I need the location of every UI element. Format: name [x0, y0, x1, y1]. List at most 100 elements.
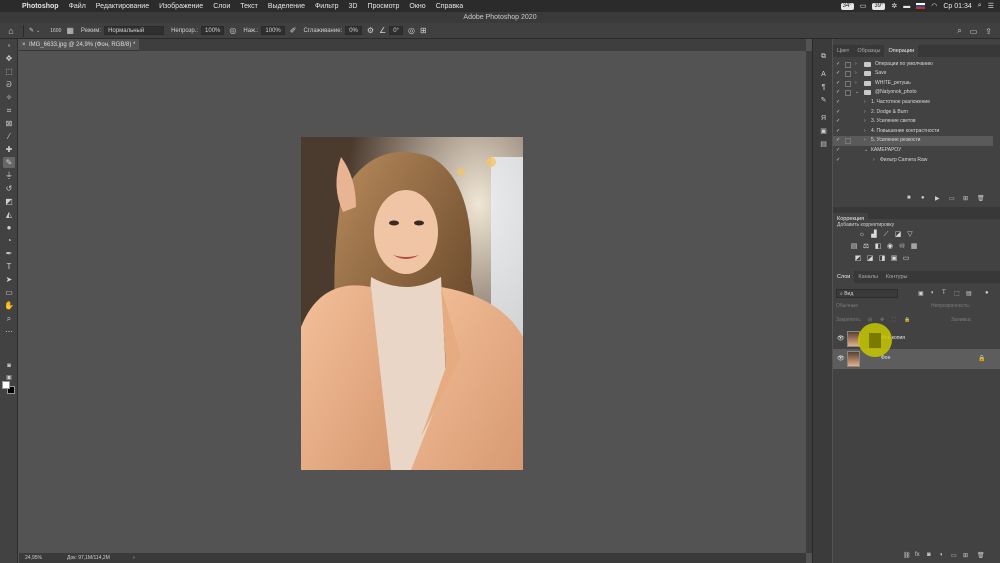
properties-panel-icon[interactable]: ▤ — [819, 140, 828, 149]
action-row-sharpen[interactable]: ✓ › 5. Усиление резкости — [833, 136, 993, 146]
smoothing-settings-icon[interactable]: ⚙ — [367, 26, 374, 35]
home-icon[interactable]: ⌂ — [4, 26, 18, 36]
battery-icon[interactable]: ▬ — [903, 3, 910, 10]
zoom-tool-icon[interactable]: ⌕ — [3, 313, 15, 324]
document-tab[interactable]: × IMG_6633.jpg @ 24,9% (Фон, RGB/8) * — [19, 39, 139, 51]
action-row-dodge-burn[interactable]: ✓ › 2. Dodge & Burn — [833, 108, 993, 118]
checkmark-icon[interactable]: ✓ — [836, 88, 840, 98]
quick-mask-icon[interactable]: ◙ — [3, 361, 15, 372]
checkmark-icon[interactable]: ✓ — [836, 79, 840, 89]
new-layer-icon[interactable]: ⊞ — [963, 552, 968, 559]
history-panel-icon[interactable]: ⧉ — [819, 52, 828, 61]
smoothing-field[interactable]: 0% — [345, 26, 362, 35]
angle-icon[interactable]: ∠ — [379, 26, 386, 35]
visibility-eye-icon[interactable]: 👁 — [837, 335, 845, 342]
brightness-icon[interactable]: ☼ — [858, 231, 866, 239]
lasso-tool-icon[interactable]: ᘐ — [3, 79, 15, 90]
paint-bucket-tool-icon[interactable]: ◭ — [3, 209, 15, 220]
lock-pixels-icon[interactable]: ⊞ — [868, 317, 872, 323]
black-white-icon[interactable]: ◧ — [874, 243, 882, 251]
brushes-panel-icon[interactable]: ✎ — [819, 96, 828, 105]
checkmark-icon[interactable]: ✓ — [836, 156, 840, 166]
more-tools-icon[interactable]: ⋯ — [3, 326, 15, 337]
filter-pixel-icon[interactable]: ▣ — [918, 290, 924, 297]
menu-3d[interactable]: 3D — [348, 3, 357, 10]
tab-color[interactable]: Цвет — [833, 45, 853, 57]
expand-arrow-icon[interactable]: › — [864, 98, 866, 108]
action-row-camera-raw-step[interactable]: ✓ ⌄ КАМЕРАРОУ — [833, 146, 993, 156]
dialog-toggle-box[interactable] — [845, 80, 851, 87]
action-row-save[interactable]: ✓ › Save — [833, 69, 993, 79]
angle-field[interactable]: 0° — [389, 26, 403, 35]
document-image[interactable] — [301, 137, 523, 470]
vibrance-icon[interactable]: ▽ — [906, 231, 914, 239]
tab-channels[interactable]: Каналы — [854, 271, 882, 283]
dialog-toggle-box[interactable] — [845, 61, 851, 68]
tab-layers[interactable]: Слои — [833, 271, 855, 283]
clock[interactable]: Ср 01:34 — [943, 3, 971, 10]
collapse-tools-icon[interactable]: » — [3, 41, 15, 52]
crop-tool-icon[interactable]: ⌗ — [3, 105, 15, 116]
opacity-pressure-icon[interactable]: ◎ — [229, 26, 236, 35]
checkmark-icon[interactable]: ✓ — [836, 117, 840, 127]
new-adjustment-icon[interactable]: ◑ — [939, 552, 943, 558]
menu-layers[interactable]: Слои — [213, 3, 230, 10]
invert-icon[interactable]: ◩ — [854, 255, 862, 263]
new-action-icon[interactable]: ⊞ — [963, 195, 968, 202]
control-center-icon[interactable]: ☰ — [988, 2, 994, 10]
type-tool-icon[interactable]: T — [3, 261, 15, 272]
airbrush-icon[interactable]: ✐ — [290, 26, 297, 35]
marquee-tool-icon[interactable]: ⬚ — [3, 66, 15, 77]
action-row-white-retouch[interactable]: ✓ › WHITE_ретушь — [833, 79, 993, 89]
blur-tool-icon[interactable]: ● — [3, 222, 15, 233]
search-icon[interactable]: ⌕ — [957, 26, 961, 36]
exposure-icon[interactable]: ◪ — [894, 231, 902, 239]
menu-help[interactable]: Справка — [436, 3, 463, 10]
lock-all-icon[interactable]: 🔒 — [904, 317, 910, 323]
screen-mode-icon[interactable]: ▣ — [3, 373, 15, 384]
new-set-icon[interactable]: ▭ — [949, 195, 955, 202]
rectangle-tool-icon[interactable]: ▭ — [3, 287, 15, 298]
pressure-size-icon[interactable]: ◎ — [408, 26, 415, 35]
blend-mode-select[interactable]: Обычные — [836, 303, 858, 309]
expand-arrow-icon[interactable]: › — [873, 156, 875, 166]
hand-tool-icon[interactable]: ✋ — [3, 300, 15, 311]
link-layers-icon[interactable]: ⛓ — [903, 552, 911, 559]
play-icon[interactable]: ▶ — [935, 195, 940, 202]
expand-arrow-icon[interactable]: › — [864, 127, 866, 137]
glyphs-panel-icon[interactable]: Я — [819, 114, 828, 123]
expand-arrow-icon[interactable]: › — [864, 136, 866, 146]
brush-settings-icon[interactable]: ▦ — [66, 26, 74, 35]
filter-toggle-icon[interactable]: ● — [985, 290, 989, 296]
hue-saturation-icon[interactable]: ▤ — [850, 243, 858, 251]
filter-adjustment-icon[interactable]: ◑ — [930, 290, 934, 296]
path-select-tool-icon[interactable]: ➤ — [3, 274, 15, 285]
filter-shape-icon[interactable]: ⬚ — [954, 290, 960, 297]
chevron-down-icon[interactable]: ⌄ — [36, 28, 40, 34]
stop-icon[interactable]: ■ — [907, 195, 911, 201]
photo-filter-icon[interactable]: ◉ — [886, 243, 894, 251]
checkmark-icon[interactable]: ✓ — [836, 60, 840, 70]
checkmark-icon[interactable]: ✓ — [836, 69, 840, 79]
dialog-toggle-box[interactable] — [845, 138, 851, 145]
dialog-toggle-box[interactable] — [845, 71, 851, 78]
menu-view[interactable]: Просмотр — [367, 3, 399, 10]
symmetry-icon[interactable]: ⊞ — [420, 26, 427, 35]
wifi-icon[interactable]: ◠ — [931, 2, 937, 10]
paragraph-panel-icon[interactable]: ¶ — [819, 83, 828, 92]
delete-action-icon[interactable]: 🗑 — [977, 195, 985, 202]
move-tool-icon[interactable]: ✥ — [3, 53, 15, 64]
lock-icon[interactable]: 🔒 — [978, 355, 985, 362]
action-row-highlights[interactable]: ✓ › 3. Усиление светов — [833, 117, 993, 127]
expand-arrow-icon[interactable]: › — [855, 69, 857, 79]
workspace-icon[interactable]: ▭ — [970, 27, 978, 36]
dialog-toggle-box[interactable] — [845, 90, 851, 97]
checkmark-icon[interactable]: ✓ — [836, 127, 840, 137]
keyboard-layout-flag-icon[interactable] — [916, 3, 926, 9]
zoom-level[interactable]: 24,95% — [25, 553, 42, 563]
menu-image[interactable]: Изображение — [159, 3, 203, 10]
lock-position-icon[interactable]: ✥ — [880, 317, 884, 323]
layer-name[interactable]: Фон — [881, 355, 890, 361]
status-menu-arrow-icon[interactable]: › — [133, 553, 135, 563]
menu-filter[interactable]: Фильтр — [315, 3, 339, 10]
